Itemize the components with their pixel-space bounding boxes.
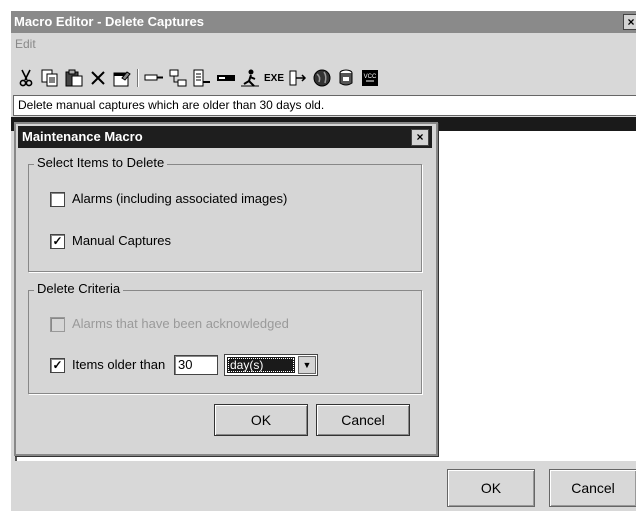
dialog-ok-button[interactable]: OK [214, 404, 308, 436]
bar-icon[interactable] [215, 67, 237, 89]
svg-text:VCC: VCC [364, 74, 377, 80]
manual-captures-label: Manual Captures [72, 233, 171, 248]
dialog-close-button[interactable]: × [411, 129, 429, 146]
unit-select[interactable]: day(s) ▼ [224, 354, 318, 376]
delete-icon[interactable] [87, 67, 109, 89]
vcc-icon[interactable]: VCC [359, 67, 381, 89]
flow-icon[interactable] [287, 67, 309, 89]
network-icon[interactable] [167, 67, 189, 89]
items-older-label: Items older than [72, 357, 166, 372]
maintenance-macro-dialog: Maintenance Macro × Select Items to Dele… [14, 122, 438, 456]
manual-captures-checkbox[interactable]: ✓ [50, 234, 65, 249]
menu-edit[interactable]: Edit [15, 37, 36, 51]
disk-icon[interactable] [335, 67, 357, 89]
person-icon[interactable] [239, 67, 261, 89]
dialog-title: Maintenance Macro [22, 129, 143, 144]
window-title-bar: Macro Editor - Delete Captures × [11, 11, 636, 33]
key-icon[interactable] [143, 67, 165, 89]
dialog-cancel-button[interactable]: Cancel [316, 404, 410, 436]
delete-criteria-group [28, 290, 422, 394]
properties-icon[interactable] [111, 67, 133, 89]
items-older-checkbox[interactable]: ✓ [50, 358, 65, 373]
window-close-button[interactable]: × [623, 14, 636, 30]
acknowledged-checkbox [50, 317, 65, 332]
exe-icon[interactable]: EXE [263, 67, 285, 89]
dialog-title-bar: Maintenance Macro × [18, 126, 432, 148]
ok-button[interactable]: OK [447, 469, 535, 507]
window-title: Macro Editor - Delete Captures [14, 14, 204, 29]
menu-bar: Edit [11, 35, 636, 53]
copy-icon[interactable] [39, 67, 61, 89]
output-icon[interactable] [191, 67, 213, 89]
macro-description[interactable]: Delete manual captures which are older t… [13, 95, 636, 116]
select-items-group [28, 164, 422, 272]
globe-icon[interactable] [311, 67, 333, 89]
chevron-down-icon[interactable]: ▼ [298, 356, 316, 374]
toolbar: EXE VCC [11, 61, 636, 93]
cut-icon[interactable] [15, 67, 37, 89]
select-items-label: Select Items to Delete [34, 155, 168, 170]
alarms-label: Alarms (including associated images) [72, 191, 288, 206]
cancel-button[interactable]: Cancel [549, 469, 636, 507]
unit-select-value: day(s) [227, 357, 295, 373]
delete-criteria-label: Delete Criteria [34, 281, 124, 296]
alarms-checkbox[interactable] [50, 192, 65, 207]
acknowledged-label: Alarms that have been acknowledged [72, 316, 289, 331]
days-value-input[interactable]: 30 [174, 355, 218, 375]
paste-icon[interactable] [63, 67, 85, 89]
